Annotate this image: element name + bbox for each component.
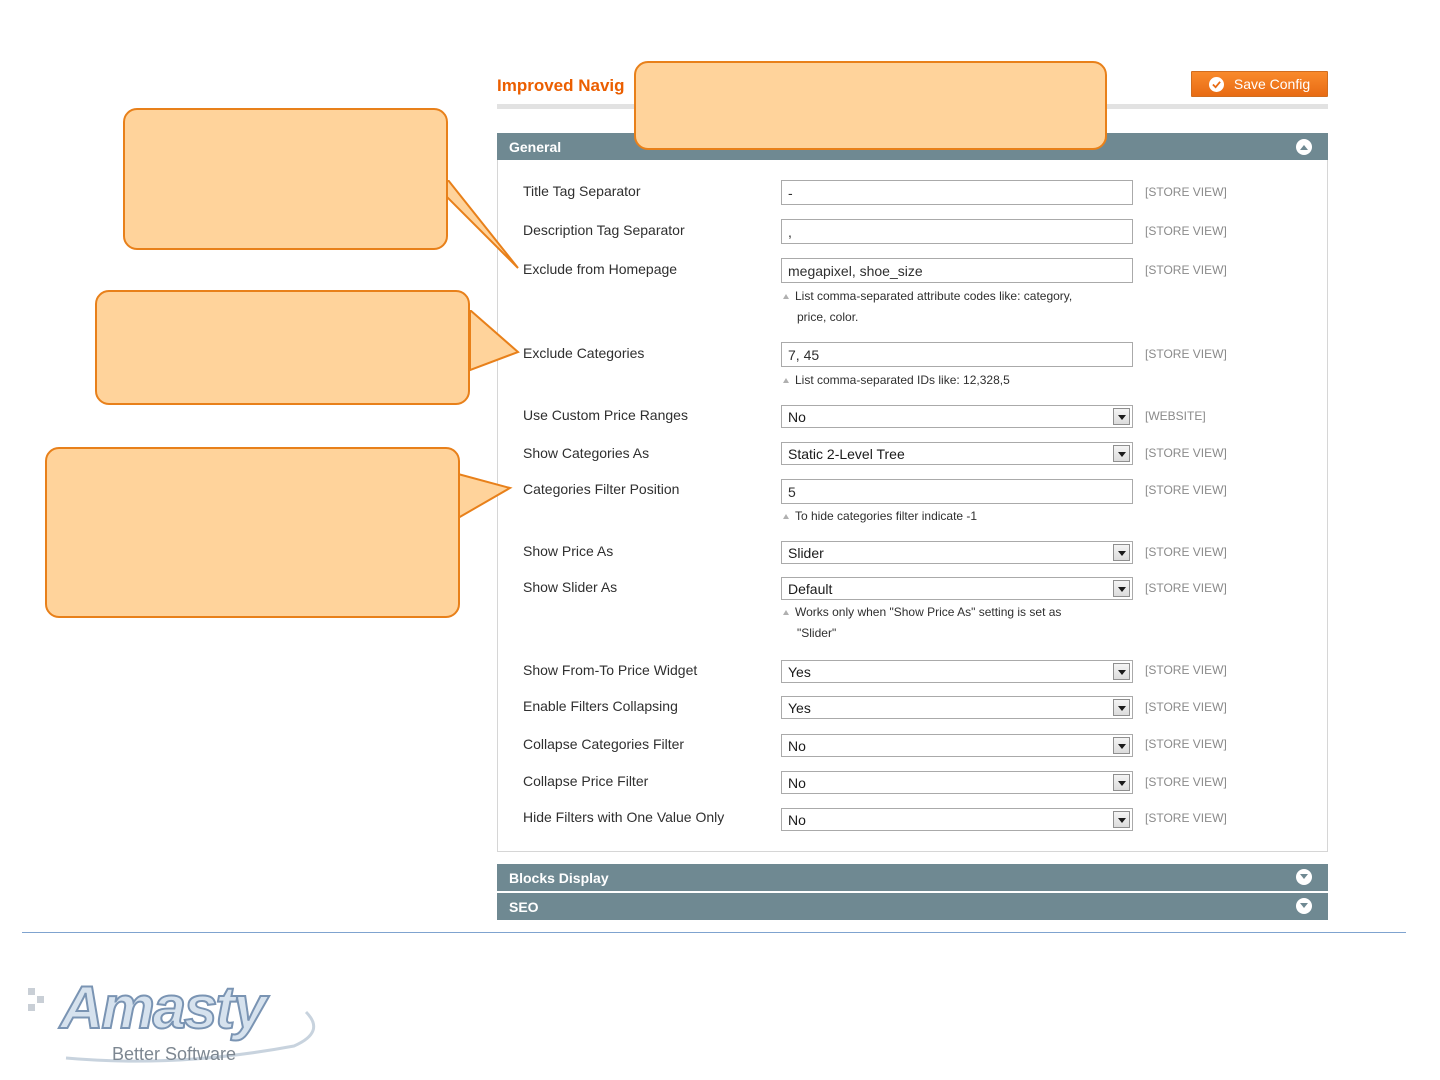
scope-label: [STORE VIEW]	[1145, 224, 1227, 238]
expand-down-icon	[1296, 898, 1312, 914]
scope-label: [STORE VIEW]	[1145, 185, 1227, 199]
section-blocks-display-title: Blocks Display	[509, 869, 609, 886]
dropdown-arrow-icon[interactable]	[1113, 737, 1130, 754]
description-tag-separator-input[interactable]: ,	[781, 219, 1133, 244]
dropdown-arrow-icon[interactable]	[1113, 544, 1130, 561]
collapse-price-filter-select[interactable]: No	[781, 771, 1133, 794]
show-from-to-price-widget-select[interactable]: Yes	[781, 660, 1133, 683]
scope-label: [STORE VIEW]	[1145, 775, 1227, 789]
note-triangle-icon	[783, 514, 789, 519]
field-label: Exclude from Homepage	[523, 261, 678, 277]
exclude-from-homepage-input[interactable]: megapixel, shoe_size	[781, 258, 1133, 283]
expand-down-icon	[1296, 869, 1312, 885]
callout-box	[634, 61, 1107, 150]
field-note: List comma-separated attribute codes lik…	[783, 286, 1123, 328]
title-tag-separator-input[interactable]: -	[781, 180, 1133, 205]
field-label: Show Price As	[523, 543, 614, 559]
field-label: Show Slider As	[523, 579, 618, 595]
use-custom-price-ranges-select[interactable]: No	[781, 405, 1133, 428]
section-general-title: General	[509, 138, 562, 155]
section-blocks-display-header[interactable]: Blocks Display	[497, 864, 1328, 891]
scope-label: [STORE VIEW]	[1145, 811, 1227, 825]
svg-text:Better Software: Better Software	[112, 1044, 236, 1064]
note-triangle-icon	[783, 294, 789, 299]
scope-label: [STORE VIEW]	[1145, 446, 1227, 460]
footer-divider	[22, 932, 1406, 933]
note-triangle-icon	[783, 610, 789, 615]
field-label: Enable Filters Collapsing	[523, 698, 678, 714]
save-config-label: Save Config	[1233, 76, 1311, 92]
field-label: Title Tag Separator	[523, 183, 641, 199]
dropdown-arrow-icon[interactable]	[1113, 811, 1130, 828]
scope-label: [STORE VIEW]	[1145, 700, 1227, 714]
amasty-logo: Amasty Better Software	[26, 972, 326, 1072]
field-label: Description Tag Separator	[523, 222, 685, 238]
exclude-categories-input[interactable]: 7, 45	[781, 342, 1133, 367]
field-label: Use Custom Price Ranges	[523, 407, 688, 423]
show-slider-as-select[interactable]: Default	[781, 577, 1133, 600]
field-label: Hide Filters with One Value Only	[523, 809, 725, 825]
note-triangle-icon	[783, 378, 789, 383]
save-config-button[interactable]: Save Config	[1191, 71, 1328, 97]
collapse-categories-filter-select[interactable]: No	[781, 734, 1133, 757]
scope-label: [STORE VIEW]	[1145, 483, 1227, 497]
section-seo-title: SEO	[509, 898, 539, 915]
svg-text:Amasty: Amasty	[58, 974, 269, 1041]
field-label: Exclude Categories	[523, 345, 645, 361]
dropdown-arrow-icon[interactable]	[1113, 445, 1130, 462]
dropdown-arrow-icon[interactable]	[1113, 774, 1130, 791]
field-label: Categories Filter Position	[523, 481, 680, 497]
dropdown-arrow-icon[interactable]	[1113, 580, 1130, 597]
callout-box	[45, 447, 460, 618]
callout-box	[123, 108, 448, 250]
scope-label: [WEBSITE]	[1145, 409, 1206, 423]
checkmark-icon	[1208, 76, 1224, 92]
categories-filter-position-input[interactable]: 5	[781, 479, 1133, 504]
show-categories-as-select[interactable]: Static 2-Level Tree	[781, 442, 1133, 465]
dropdown-arrow-icon[interactable]	[1113, 699, 1130, 716]
scope-label: [STORE VIEW]	[1145, 545, 1227, 559]
field-note: To hide categories filter indicate -1	[783, 506, 1123, 527]
hide-filters-one-value-select[interactable]: No	[781, 808, 1133, 831]
dropdown-arrow-icon[interactable]	[1113, 408, 1130, 425]
scope-label: [STORE VIEW]	[1145, 737, 1227, 751]
field-label: Collapse Categories Filter	[523, 736, 685, 752]
enable-filters-collapsing-select[interactable]: Yes	[781, 696, 1133, 719]
scope-label: [STORE VIEW]	[1145, 347, 1227, 361]
field-label: Show Categories As	[523, 445, 650, 461]
show-price-as-select[interactable]: Slider	[781, 541, 1133, 564]
scope-label: [STORE VIEW]	[1145, 263, 1227, 277]
scope-label: [STORE VIEW]	[1145, 663, 1227, 677]
collapse-up-icon	[1296, 139, 1312, 155]
scope-label: [STORE VIEW]	[1145, 581, 1227, 595]
field-label: Show From-To Price Widget	[523, 662, 698, 678]
field-note: List comma-separated IDs like: 12,328,5	[783, 370, 1123, 391]
callout-box	[95, 290, 470, 405]
section-seo-header[interactable]: SEO	[497, 893, 1328, 920]
field-note: Works only when "Show Price As" setting …	[783, 602, 1123, 644]
field-label: Collapse Price Filter	[523, 773, 649, 789]
page-title: Improved Navig	[497, 76, 625, 95]
dropdown-arrow-icon[interactable]	[1113, 663, 1130, 680]
